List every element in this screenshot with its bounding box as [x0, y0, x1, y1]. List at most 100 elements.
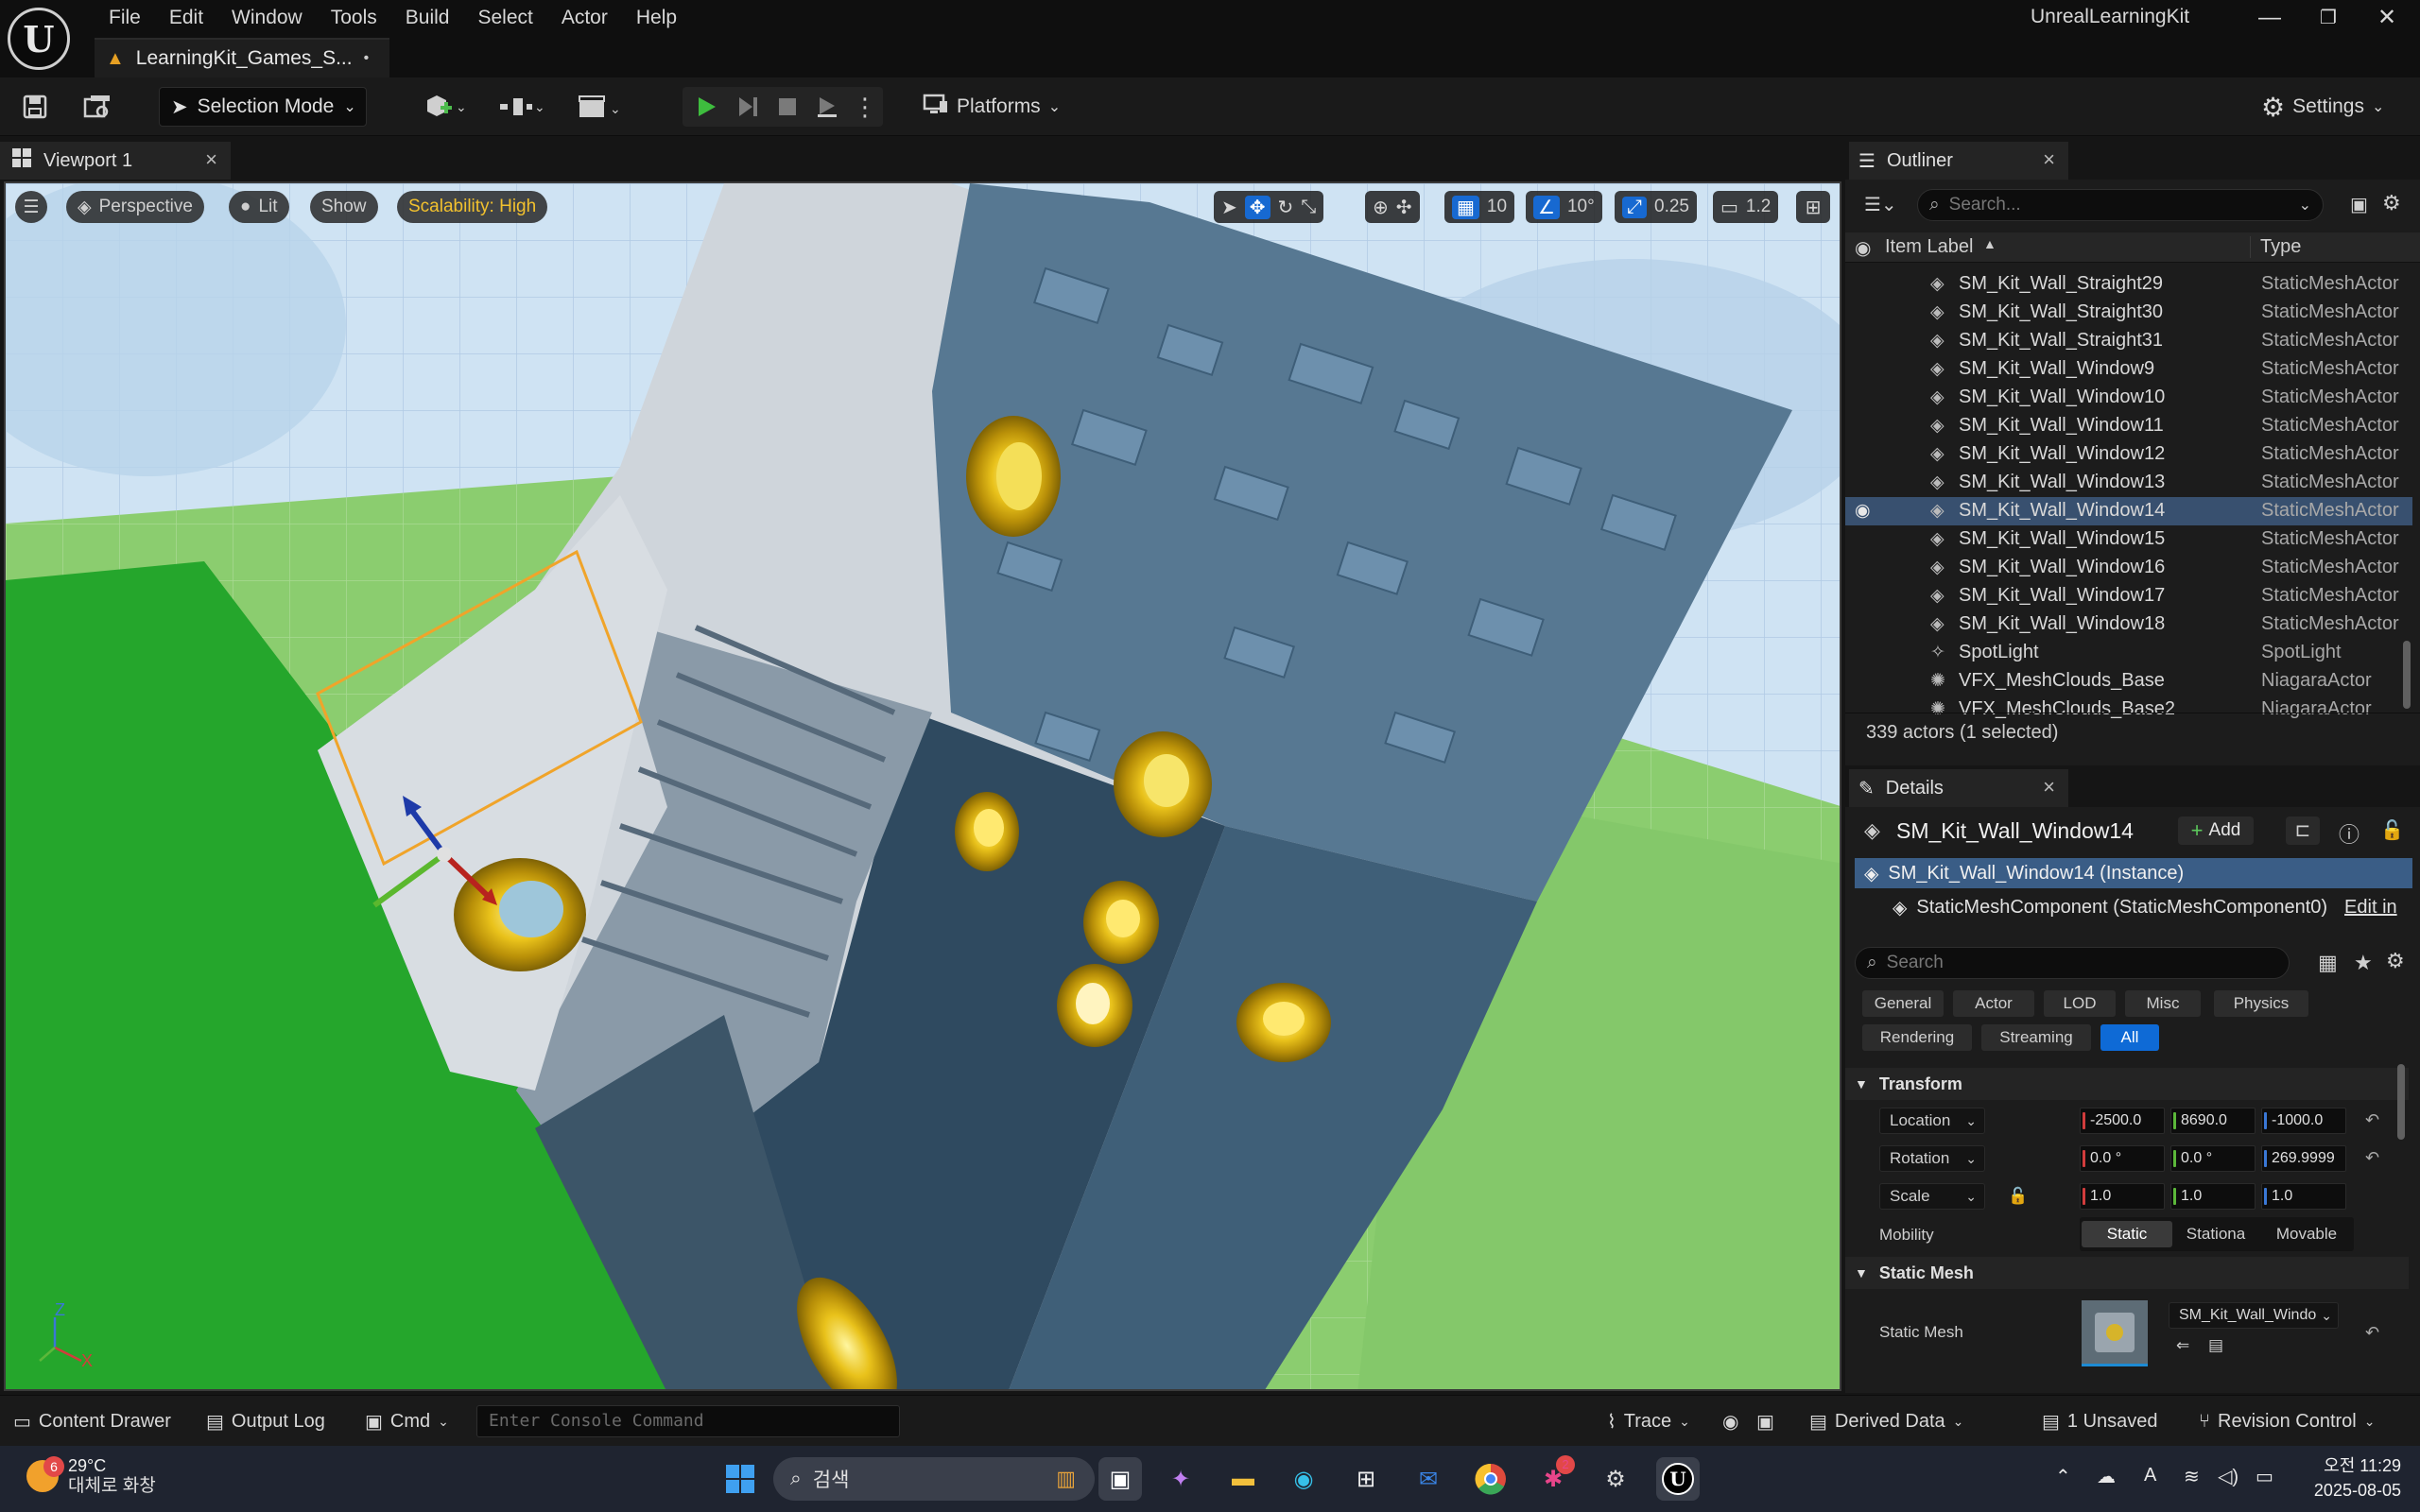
settings-dropdown[interactable]: ⚙ Settings ⌄: [2261, 87, 2384, 127]
menu-help[interactable]: Help: [622, 4, 691, 32]
col-type[interactable]: Type: [2250, 236, 2301, 258]
outliner-row[interactable]: ◈ SM_Kit_Wall_Window12 StaticMeshActor: [1845, 440, 2412, 469]
store-icon[interactable]: ⊞: [1344, 1457, 1388, 1501]
filter-actor[interactable]: Actor: [1953, 990, 2034, 1017]
edit-in-link[interactable]: Edit in: [2344, 897, 2397, 919]
stop-icon[interactable]: [771, 91, 804, 123]
scale-x-input[interactable]: 1.0: [2080, 1183, 2165, 1210]
volume-icon[interactable]: ◁): [2218, 1465, 2238, 1488]
derived-data-dropdown[interactable]: ▤ Derived Data ⌄: [1809, 1407, 1963, 1435]
filter-all[interactable]: All: [2100, 1024, 2159, 1051]
browse-content-icon[interactable]: [81, 91, 113, 123]
rotation-snap-control[interactable]: ∠ 10°: [1526, 191, 1602, 223]
mobility-stationary[interactable]: Stationa: [2170, 1221, 2261, 1247]
surface-snap-icon[interactable]: ✣: [1396, 196, 1412, 219]
wifi-icon[interactable]: ≋: [2184, 1465, 2200, 1488]
outliner-row[interactable]: ✧ SpotLight SpotLight: [1845, 639, 2412, 667]
component-instance-row[interactable]: ◈ SM_Kit_Wall_Window14 (Instance): [1855, 858, 2412, 888]
record-icon[interactable]: ◉: [1722, 1407, 1738, 1435]
filter-lod[interactable]: LOD: [2044, 990, 2116, 1017]
content-drawer-button[interactable]: ▭ Content Drawer: [13, 1407, 171, 1435]
add-actor-icon[interactable]: ⌄: [416, 91, 473, 123]
file-explorer-icon[interactable]: ▬: [1221, 1457, 1265, 1501]
restore-button[interactable]: ❐: [2305, 2, 2352, 34]
transform-section-header[interactable]: ▼ Transform: [1845, 1068, 2409, 1100]
mobility-movable[interactable]: Movable: [2261, 1221, 2352, 1247]
windows-start-icon[interactable]: [718, 1457, 762, 1501]
tab-viewport-1[interactable]: Viewport 1 ×: [0, 142, 231, 180]
camera-speed-control[interactable]: ▭ 1.2: [1713, 191, 1779, 223]
close-icon[interactable]: ×: [2043, 775, 2055, 799]
location-dropdown[interactable]: Location ⌄: [1879, 1108, 1985, 1134]
static-mesh-section-header[interactable]: ▼ Static Mesh: [1845, 1257, 2409, 1289]
unsaved-button[interactable]: ▤ 1 Unsaved: [2042, 1407, 2158, 1435]
add-folder-icon[interactable]: ▣: [2350, 193, 2368, 216]
eject-icon[interactable]: [811, 91, 843, 123]
table-view-icon[interactable]: ▦: [2318, 951, 2338, 975]
selection-mode-dropdown[interactable]: ➤ Selection Mode ⌄: [159, 87, 367, 127]
battery-icon[interactable]: ▭: [2256, 1465, 2273, 1488]
viewport-layout-button[interactable]: ⊞: [1796, 191, 1830, 223]
outliner-row[interactable]: ◈ SM_Kit_Wall_Window15 StaticMeshActor: [1845, 525, 2412, 554]
reset-icon[interactable]: ↶: [2365, 1148, 2379, 1168]
platforms-dropdown[interactable]: Platforms ⌄: [923, 87, 1061, 127]
task-view-icon[interactable]: ▣: [1098, 1457, 1142, 1501]
menu-actor[interactable]: Actor: [547, 4, 622, 32]
details-settings-icon[interactable]: ⚙: [2386, 949, 2405, 973]
taskbar-search[interactable]: ⌕ 검색 ▥: [773, 1457, 1095, 1501]
scale-y-input[interactable]: 1.0: [2170, 1183, 2256, 1210]
close-window-button[interactable]: ✕: [2363, 2, 2411, 34]
scene-render[interactable]: [6, 183, 1841, 1391]
tab-details[interactable]: ✎ Details ×: [1849, 769, 2068, 807]
outliner-row[interactable]: ◈ SM_Kit_Wall_Window13 StaticMeshActor: [1845, 469, 2412, 497]
save-icon[interactable]: [19, 91, 51, 123]
ime-icon[interactable]: A: [2144, 1465, 2156, 1486]
show-button[interactable]: Show: [310, 191, 378, 223]
settings-app-icon[interactable]: ⚙: [1594, 1457, 1637, 1501]
outliner-row[interactable]: ✺ VFX_MeshClouds_Base NiagaraActor: [1845, 667, 2412, 696]
menu-tools[interactable]: Tools: [317, 4, 391, 32]
add-component-button[interactable]: + Add: [2178, 816, 2254, 845]
mobility-static[interactable]: Static: [2082, 1221, 2172, 1247]
outliner-row[interactable]: ◈ SM_Kit_Wall_Straight31 StaticMeshActor: [1845, 327, 2412, 355]
use-selected-icon[interactable]: ⇐: [2176, 1336, 2189, 1355]
outliner-search-input[interactable]: ⌕ Search... ⌄: [1917, 189, 2324, 221]
outliner-row[interactable]: ◈ SM_Kit_Wall_Straight29 StaticMeshActor: [1845, 270, 2412, 299]
menu-file[interactable]: File: [95, 4, 155, 32]
filter-general[interactable]: General: [1862, 990, 1944, 1017]
outliner-row[interactable]: ◈ SM_Kit_Wall_Window18 StaticMeshActor: [1845, 610, 2412, 639]
reset-icon[interactable]: ↶: [2365, 1323, 2379, 1343]
level-viewport[interactable]: ☰ ◈ Perspective ● Lit Show Scalability: …: [4, 181, 1841, 1391]
location-x-input[interactable]: -2500.0: [2080, 1108, 2165, 1134]
details-search-input[interactable]: ⌕ Search: [1855, 947, 2290, 979]
close-icon[interactable]: ×: [2043, 147, 2055, 172]
perspective-button[interactable]: ◈ Perspective: [66, 191, 204, 223]
outliner-scrollbar[interactable]: [2403, 641, 2411, 709]
browse-asset-icon[interactable]: ▤: [2208, 1336, 2223, 1355]
screenshot-icon[interactable]: ▣: [1756, 1407, 1774, 1435]
rotation-dropdown[interactable]: Rotation ⌄: [1879, 1145, 1985, 1172]
weather-widget[interactable]: 6 29°C 대체로 화창: [26, 1455, 156, 1497]
location-z-input[interactable]: -1000.0: [2261, 1108, 2346, 1134]
output-log-button[interactable]: ▤ Output Log: [206, 1407, 325, 1435]
scale-snap-control[interactable]: ⤢ 0.25: [1615, 191, 1697, 223]
rotate-tool-icon[interactable]: ↻: [1278, 196, 1294, 219]
cinematics-icon[interactable]: ⌄: [573, 91, 630, 123]
location-y-input[interactable]: 8690.0: [2170, 1108, 2256, 1134]
menu-build[interactable]: Build: [391, 4, 464, 32]
help-icon[interactable]: ⓘ: [2339, 818, 2360, 849]
outliner-row[interactable]: ◈ SM_Kit_Wall_Window10 StaticMeshActor: [1845, 384, 2412, 412]
outliner-settings-icon[interactable]: ⚙: [2382, 191, 2401, 215]
unreal-logo-icon[interactable]: U: [8, 8, 70, 70]
slack-icon[interactable]: ✱ 2: [1531, 1455, 1575, 1501]
component-row[interactable]: ◈ StaticMeshComponent (StaticMeshCompone…: [1855, 892, 2412, 922]
close-icon[interactable]: ×: [205, 147, 217, 172]
play-options-icon[interactable]: ⋮: [849, 91, 881, 123]
rotation-x-input[interactable]: 0.0 °: [2080, 1145, 2165, 1172]
rotation-z-input[interactable]: 269.9999: [2261, 1145, 2346, 1172]
visibility-eye-icon[interactable]: ◉: [1855, 500, 1871, 522]
view-mode-button[interactable]: ● Lit: [229, 191, 289, 223]
static-mesh-thumbnail[interactable]: [2082, 1300, 2148, 1366]
rotation-y-input[interactable]: 0.0 °: [2170, 1145, 2256, 1172]
filter-physics[interactable]: Physics: [2214, 990, 2308, 1017]
